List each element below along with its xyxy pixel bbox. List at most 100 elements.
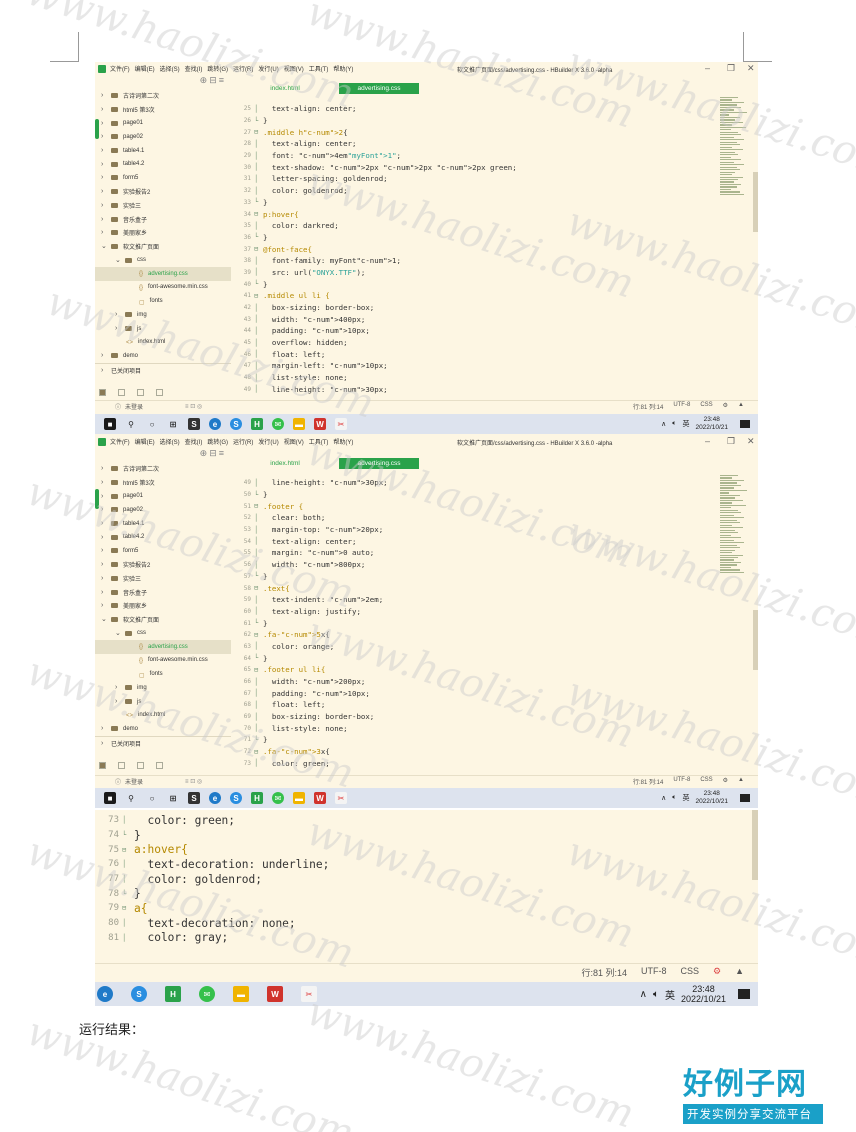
sidebar-item-selected[interactable]: {} advertising.css xyxy=(95,266,231,281)
sidebar-item[interactable]: › demo xyxy=(95,722,231,736)
fold-icon[interactable]: ⊟ xyxy=(254,292,263,300)
code-line[interactable]: 36 └} xyxy=(235,232,705,244)
code-line[interactable]: 80 │ text-decoration: none; xyxy=(95,916,695,931)
sidebar-item[interactable]: ⌄ 软文推广页面 xyxy=(95,240,231,254)
code-line[interactable]: 29 │ font: "c-num">4em"myFont">1"; xyxy=(235,150,705,162)
user-icon[interactable]: ⓘ xyxy=(115,777,121,786)
collapse-icon[interactable]: ⊟ xyxy=(209,75,219,85)
snipping-icon[interactable]: ✂ xyxy=(335,418,347,430)
sidebar-item[interactable]: ⌄ css xyxy=(95,253,231,267)
code-editor-3[interactable]: 73 │ color: green; 74 └} 75 ⊟ a:hover{76 │ text… xyxy=(95,813,695,945)
file-explorer-icon[interactable]: ▬ xyxy=(293,418,305,430)
fold-icon[interactable]: │ xyxy=(122,860,134,868)
code-line[interactable]: 62 ⊟ .fa-"c-num">5x{ xyxy=(235,629,705,641)
code-line[interactable]: 41 ⊟ .middle ul li { xyxy=(235,290,705,302)
sidebar-item[interactable]: › table4.1 xyxy=(95,144,231,158)
menu-item-tools[interactable]: 工具(T) xyxy=(309,64,329,73)
fold-icon[interactable]: │ xyxy=(254,175,263,183)
fold-icon[interactable]: │ xyxy=(122,919,134,927)
code-line[interactable]: 43 │ width: "c-num">400px; xyxy=(235,313,705,325)
code-line[interactable]: 32 │ color: goldenrod; xyxy=(235,185,705,197)
code-line[interactable]: 81 │ color: gray; xyxy=(95,931,695,946)
windows-start-icon[interactable]: ■ xyxy=(104,418,116,430)
code-line[interactable]: 57 └} xyxy=(235,571,705,583)
fold-icon[interactable]: └ xyxy=(122,890,134,898)
menu-item-help[interactable]: 帮助(Y) xyxy=(333,437,353,446)
code-line[interactable]: 44 │ padding: "c-num">10px; xyxy=(235,325,705,337)
menu-item-publish[interactable]: 发行(U) xyxy=(258,437,278,446)
fold-icon[interactable]: ⊟ xyxy=(254,128,263,136)
menu-item-find[interactable]: 查找(I) xyxy=(185,437,203,446)
menu-item-find[interactable]: 查找(I) xyxy=(185,64,203,73)
file-explorer-icon[interactable]: ▬ xyxy=(293,792,305,804)
fold-icon[interactable]: ⊟ xyxy=(254,748,263,756)
menu-icon[interactable]: ≡ xyxy=(219,75,226,85)
fold-icon[interactable]: └ xyxy=(254,491,263,499)
sidebar-item[interactable]: <> index.html xyxy=(95,708,231,722)
code-line[interactable]: 45 │ overflow: hidden; xyxy=(235,337,705,349)
sidebar-item[interactable]: › js xyxy=(95,695,231,709)
clock[interactable]: 23:48 2022/10/21 xyxy=(695,790,728,806)
fold-icon[interactable]: │ xyxy=(254,701,263,709)
code-line[interactable]: 51 ⊟ .footer { xyxy=(235,500,705,512)
doc-icon[interactable] xyxy=(137,388,144,396)
sidebar-item[interactable]: › page01 xyxy=(95,116,231,130)
sidebar-item[interactable]: › table4.1 xyxy=(95,517,231,531)
task-view-icon[interactable]: ○ xyxy=(146,418,158,430)
code-line[interactable]: 64 └} xyxy=(235,652,705,664)
tab-index-html[interactable]: index.html xyxy=(245,83,325,94)
sidebar-item[interactable]: › table4.2 xyxy=(95,157,231,171)
fold-icon[interactable]: │ xyxy=(254,724,263,732)
fold-icon[interactable]: │ xyxy=(254,140,263,148)
sidebar-item[interactable]: › html5 第3次 xyxy=(95,476,231,490)
code-line[interactable]: 35 │ color: darkred; xyxy=(235,220,705,232)
code-editor-1[interactable]: 25 │ text-align: center; 26 └} 27 ⊟ .middle h"… xyxy=(235,103,705,395)
code-line[interactable]: 49 │ line-height: "c-num">30px; xyxy=(235,384,705,396)
sidebar-item[interactable]: › js xyxy=(95,322,231,336)
edge-icon[interactable]: e xyxy=(209,792,221,804)
grid-icon[interactable] xyxy=(118,388,125,396)
sidebar-item[interactable]: › page02 xyxy=(95,130,231,144)
code-line[interactable]: 75 ⊟ a:hover{ xyxy=(95,842,695,857)
widgets-icon[interactable]: ⊞ xyxy=(167,792,179,804)
code-line[interactable]: 67 │ padding: "c-num">10px; xyxy=(235,687,705,699)
fold-icon[interactable]: │ xyxy=(254,549,263,557)
code-line[interactable]: 37 ⊟ @font-face{ xyxy=(235,243,705,255)
sidebar-item[interactable]: <> index.html xyxy=(95,335,231,349)
sidebar-item[interactable]: › 实验三 xyxy=(95,199,231,213)
hbuilder-icon[interactable]: H xyxy=(251,418,263,430)
code-line[interactable]: 61 └} xyxy=(235,617,705,629)
code-line[interactable]: 69 │ box-sizing: border-box; xyxy=(235,711,705,723)
fold-icon[interactable]: └ xyxy=(254,117,263,125)
settings-gear-icon[interactable]: ⚙ xyxy=(723,402,728,411)
fold-icon[interactable]: │ xyxy=(254,385,263,393)
clock[interactable]: 23:48 2022/10/21 xyxy=(681,984,726,1004)
project-icon[interactable] xyxy=(99,761,106,769)
code-line[interactable]: 53 │ margin-top: "c-num">20px; xyxy=(235,524,705,536)
sidebar-item[interactable]: ▢ fonts xyxy=(95,294,231,308)
minimize-icon[interactable]: – xyxy=(705,436,710,446)
fold-icon[interactable]: │ xyxy=(254,514,263,522)
fold-icon[interactable]: └ xyxy=(254,233,263,241)
sidebar-item-selected[interactable]: {} advertising.css xyxy=(95,639,231,654)
fold-icon[interactable]: ⊟ xyxy=(254,584,263,592)
fold-icon[interactable]: │ xyxy=(254,268,263,276)
minimap[interactable] xyxy=(720,97,750,196)
edge-icon[interactable]: e xyxy=(97,986,113,1002)
code-line[interactable]: 47 │ margin-left: "c-num">10px; xyxy=(235,360,705,372)
fold-icon[interactable]: │ xyxy=(254,689,263,697)
volume-icon[interactable]: 🔈︎ xyxy=(672,420,676,428)
code-line[interactable]: 68 │ float: left; xyxy=(235,699,705,711)
encoding-label[interactable]: UTF-8 xyxy=(673,402,690,411)
tray-arrow-icon[interactable]: ∧ xyxy=(661,420,666,428)
code-line[interactable]: 48 │ list-style: none; xyxy=(235,372,705,384)
wechat-icon[interactable]: ✉ xyxy=(199,986,215,1002)
snipping-icon[interactable]: ✂ xyxy=(335,792,347,804)
fold-icon[interactable]: │ xyxy=(254,561,263,569)
language-label[interactable]: CSS xyxy=(700,402,712,411)
ime-label[interactable]: 英 xyxy=(682,419,689,429)
tab-advertising-css[interactable]: advertising.css xyxy=(339,458,419,469)
code-line[interactable]: 34 ⊟ p:hover{ xyxy=(235,208,705,220)
sidebar-item[interactable]: › 实验三 xyxy=(95,572,231,586)
code-line[interactable]: 73 │ color: green; xyxy=(95,813,695,828)
